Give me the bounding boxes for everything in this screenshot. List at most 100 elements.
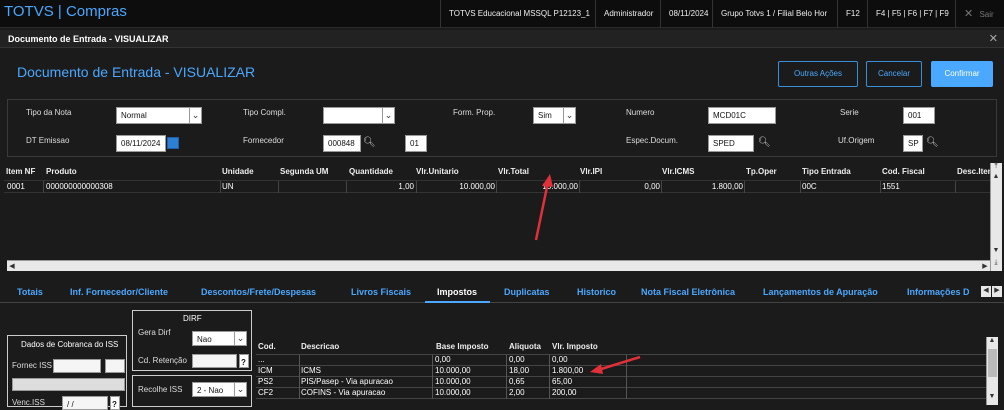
scroll-top-icon[interactable]: ⤒ [991, 163, 1001, 171]
tab-informacoes[interactable]: Informações D [907, 287, 970, 297]
espec-docum-field[interactable]: SPED [708, 135, 754, 152]
scroll-thumb[interactable] [988, 349, 997, 377]
loja-field[interactable]: 01 [405, 135, 427, 152]
tab-impostos[interactable]: Impostos [437, 287, 477, 297]
col-vlr-total[interactable]: Vlr.Total [498, 167, 529, 176]
cell-aliquota: 18,00 [509, 366, 530, 375]
search-icon[interactable]: 🔍︎ [363, 137, 376, 149]
tab-historico[interactable]: Historico [577, 287, 616, 297]
scroll-up-icon[interactable]: ▲ [987, 337, 997, 344]
tab-lancamentos-apuracao[interactable]: Lançamentos de Apuração [763, 287, 878, 297]
branch-label[interactable]: Grupo Totvs 1 / Filial Belo Hor [712, 0, 837, 28]
help-icon[interactable]: ? [110, 396, 120, 410]
col-segunda-um[interactable]: Segunda UM [280, 167, 328, 176]
tax-grid-scrollbar[interactable]: ▲ ▼ [986, 337, 998, 405]
numero-field[interactable]: MCD01C [708, 107, 776, 124]
espec-docum-label: Espec.Docum. [626, 136, 679, 145]
function-keys-button[interactable]: F4 | F5 | F6 | F7 | F9 [867, 0, 955, 28]
scroll-bottom-icon[interactable]: ⤓ [991, 259, 1001, 267]
cell-base: 0,00 [435, 355, 451, 364]
column-divider [579, 181, 580, 193]
document-header-panel: Tipo da Nota Normal ⌄ Tipo Compl. ⌄ Form… [7, 99, 997, 157]
tab-descontos[interactable]: Descontos/Frete/Despesas [201, 287, 316, 297]
col-desc-iten[interactable]: Desc.Iten [957, 167, 993, 176]
col-base-imposto[interactable]: Base Imposto [436, 342, 488, 351]
col-vlr-unitario[interactable]: Vlr.Unitario [416, 167, 459, 176]
cell-aliquota: 0,00 [509, 355, 525, 364]
environment-label[interactable]: TOTVS Educacional MSSQL P12123_1 [440, 0, 595, 28]
table-row[interactable]: CF2 COFINS - Via apuracao 10.000,00 2,00… [256, 388, 986, 399]
col-tipo-entrada[interactable]: Tipo Entrada [802, 167, 851, 176]
tipo-nota-select[interactable]: Normal ⌄ [116, 107, 202, 124]
col-quantidade[interactable]: Quantidade [349, 167, 393, 176]
col-aliquota[interactable]: Aliquota [509, 342, 541, 351]
venc-iss-field[interactable]: / / [62, 396, 108, 410]
cell-cod: ICM [258, 366, 273, 375]
form-prop-select[interactable]: Sim ⌄ [533, 107, 576, 124]
cell-vlr-unitario: 10.000,00 [459, 182, 495, 191]
search-icon[interactable]: 🔍︎ [926, 137, 939, 149]
col-vlr-ipi[interactable]: Vlr.IPI [580, 167, 602, 176]
f12-button[interactable]: F12 [837, 0, 867, 28]
column-divider [955, 181, 956, 193]
tab-nota-fiscal-eletronica[interactable]: Nota Fiscal Eletrônica [641, 287, 735, 297]
tab-duplicatas[interactable]: Duplicatas [504, 287, 550, 297]
scroll-left-icon[interactable]: ◀ [7, 262, 17, 270]
cell-cod: ... [258, 355, 265, 364]
exit-button[interactable]: ✕ Sair [955, 0, 1004, 28]
scroll-down-icon[interactable]: ▼ [987, 393, 997, 400]
tab-inf-fornecedor[interactable]: Inf. Fornecedor/Cliente [70, 287, 168, 297]
tab-scroll-left-icon[interactable]: ◀ [981, 286, 991, 297]
cd-retencao-field[interactable] [192, 354, 237, 368]
recolhe-iss-select[interactable]: 2 - Nao ⌄ [192, 382, 247, 397]
gera-dirf-value: Nao [197, 335, 212, 344]
scroll-right-icon[interactable]: ▶ [980, 262, 990, 270]
fornec-iss-field[interactable] [53, 359, 101, 373]
fornecedor-field[interactable]: 000848 [323, 135, 361, 152]
tab-livros-fiscais[interactable]: Livros Fiscais [351, 287, 411, 297]
col-vlr-icms[interactable]: Vlr.ICMS [662, 167, 694, 176]
col-cod-fiscal[interactable]: Cod. Fiscal [882, 167, 925, 176]
scroll-up-icon[interactable]: ▲ [991, 173, 1001, 180]
cell-base: 10.000,00 [435, 366, 471, 375]
col-item-nf[interactable]: Item NF [6, 167, 35, 176]
other-actions-button[interactable]: Outras Ações [778, 61, 858, 87]
cell-base: 10.000,00 [435, 377, 471, 386]
col-produto[interactable]: Produto [46, 167, 77, 176]
close-window-icon[interactable]: ✕ [989, 32, 998, 45]
search-icon[interactable]: 🔍︎ [758, 137, 771, 149]
tab-totais[interactable]: Totais [17, 287, 43, 297]
user-label[interactable]: Administrador [595, 0, 660, 28]
tab-bar: Totais Inf. Fornecedor/Cliente Descontos… [0, 281, 1004, 303]
annotation-arrow-icon [590, 355, 641, 374]
cell-vlr-imposto: 1.800,00 [552, 366, 584, 375]
fornec-iss-name-field[interactable] [12, 378, 125, 391]
dt-emissao-field[interactable]: 08/11/2024 [116, 135, 166, 152]
tipo-compl-select[interactable]: ⌄ [323, 107, 395, 124]
scroll-down-icon[interactable]: ▼ [991, 247, 1001, 254]
cell-vlr-imposto: 0,00 [552, 355, 568, 364]
serie-field[interactable]: 001 [903, 107, 935, 124]
col-cod[interactable]: Cod. [258, 342, 276, 351]
calendar-icon[interactable] [167, 137, 179, 149]
confirm-button[interactable]: Confirmar [931, 61, 993, 87]
uf-origem-field[interactable]: SP [903, 135, 923, 152]
date-label[interactable]: 08/11/2024 [660, 0, 712, 28]
col-unidade[interactable]: Unidade [222, 167, 254, 176]
cancel-button[interactable]: Cancelar [866, 61, 922, 87]
col-vlr-imposto[interactable]: Vlr. Imposto [552, 342, 598, 351]
col-descricao[interactable]: Descricao [301, 342, 339, 351]
cell-aliquota: 2,00 [509, 388, 525, 397]
loja-iss-field[interactable] [105, 359, 125, 373]
chevron-down-icon: ⌄ [234, 383, 246, 396]
col-tp-oper[interactable]: Tp.Oper [746, 167, 777, 176]
horizontal-scrollbar[interactable]: ◀ ▶ [7, 260, 990, 271]
column-divider [661, 181, 662, 193]
vertical-scrollbar[interactable]: ⤒ ▲ ▼ ⤓ [990, 163, 1002, 271]
annotation-arrow-icon [534, 174, 553, 241]
help-icon[interactable]: ? [239, 354, 249, 368]
tab-scroll-right-icon[interactable]: ▶ [992, 286, 1002, 297]
gera-dirf-select[interactable]: Nao ⌄ [192, 331, 247, 346]
table-row[interactable]: PS2 PIS/Pasep - Via apuracao 10.000,00 0… [256, 377, 986, 388]
table-row[interactable]: 0001 000000000000308 UN 1,00 10.000,00 1… [4, 181, 990, 193]
